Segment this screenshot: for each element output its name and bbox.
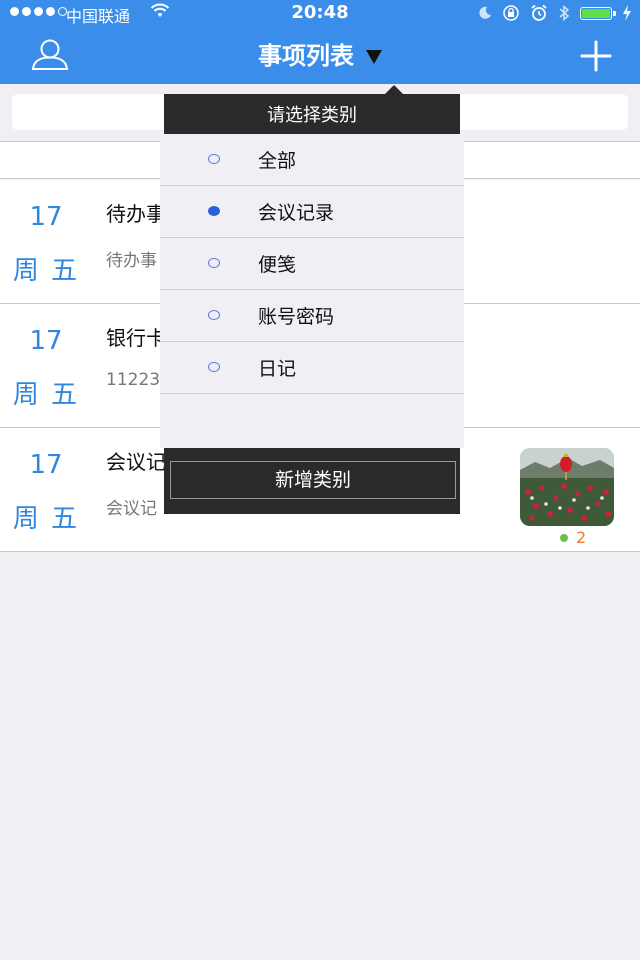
popover-footer: 新增类别 [164,448,460,514]
item-subtitle: 会议记 [106,499,157,519]
category-option-label: 日记 [258,358,297,380]
radio-icon [208,258,220,268]
attachment-count: 2 [576,528,587,547]
category-option-label: 账号密码 [258,306,335,328]
page-title: 事项列表 [258,42,354,70]
orientation-lock-icon [503,5,519,21]
dot-icon [560,533,568,542]
item-weekday: 周 五 [12,504,80,534]
item-subtitle: 11223 [106,370,161,390]
plus-icon [580,40,612,72]
item-title: 待办事 [106,202,166,226]
category-option-accounts[interactable]: 账号密码 [160,290,464,342]
item-day: 17 [29,326,63,356]
item-day: 17 [29,450,63,480]
charging-icon [623,5,631,21]
item-title: 会议记 [106,450,166,474]
triangle-down-icon [366,50,382,64]
category-options: 全部 会议记录 便笺 账号密码 日记 [160,134,464,448]
category-option-label: 便笺 [258,254,297,276]
alarm-icon [531,4,547,21]
item-weekday: 周 五 [12,256,80,286]
navigation-bar: 中国联通 20:48 事项列表 [0,0,640,84]
nav-title-dropdown[interactable]: 事项列表 [0,36,640,71]
item-weekday: 周 五 [12,380,80,410]
item-subtitle: 待办事 [106,251,157,271]
add-item-button[interactable] [578,38,614,74]
radio-icon [208,362,220,372]
status-icons [478,4,632,22]
battery-icon [580,6,616,20]
category-option-notes[interactable]: 便笺 [160,238,464,290]
category-popover: 请选择类别 全部 会议记录 便笺 账号密码 日记 新增类别 [160,85,464,514]
category-option-label: 会议记录 [258,202,335,224]
item-title: 银行卡 [106,326,166,350]
item-day: 17 [29,202,63,232]
bluetooth-icon [559,4,570,22]
moon-icon [479,6,491,19]
category-option-diary[interactable]: 日记 [160,342,464,394]
status-bar: 中国联通 20:48 [0,0,640,26]
attachment-indicator: 2 [560,528,586,547]
add-category-button[interactable]: 新增类别 [170,461,456,499]
category-option-label: 全部 [258,150,297,172]
radio-selected-icon [208,206,220,216]
attachment-thumbnail[interactable] [520,448,614,526]
radio-icon [208,154,220,164]
category-option-all[interactable]: 全部 [160,134,464,186]
popover-title: 请选择类别 [164,94,460,134]
category-option-meeting[interactable]: 会议记录 [160,186,464,238]
radio-icon [208,310,220,320]
